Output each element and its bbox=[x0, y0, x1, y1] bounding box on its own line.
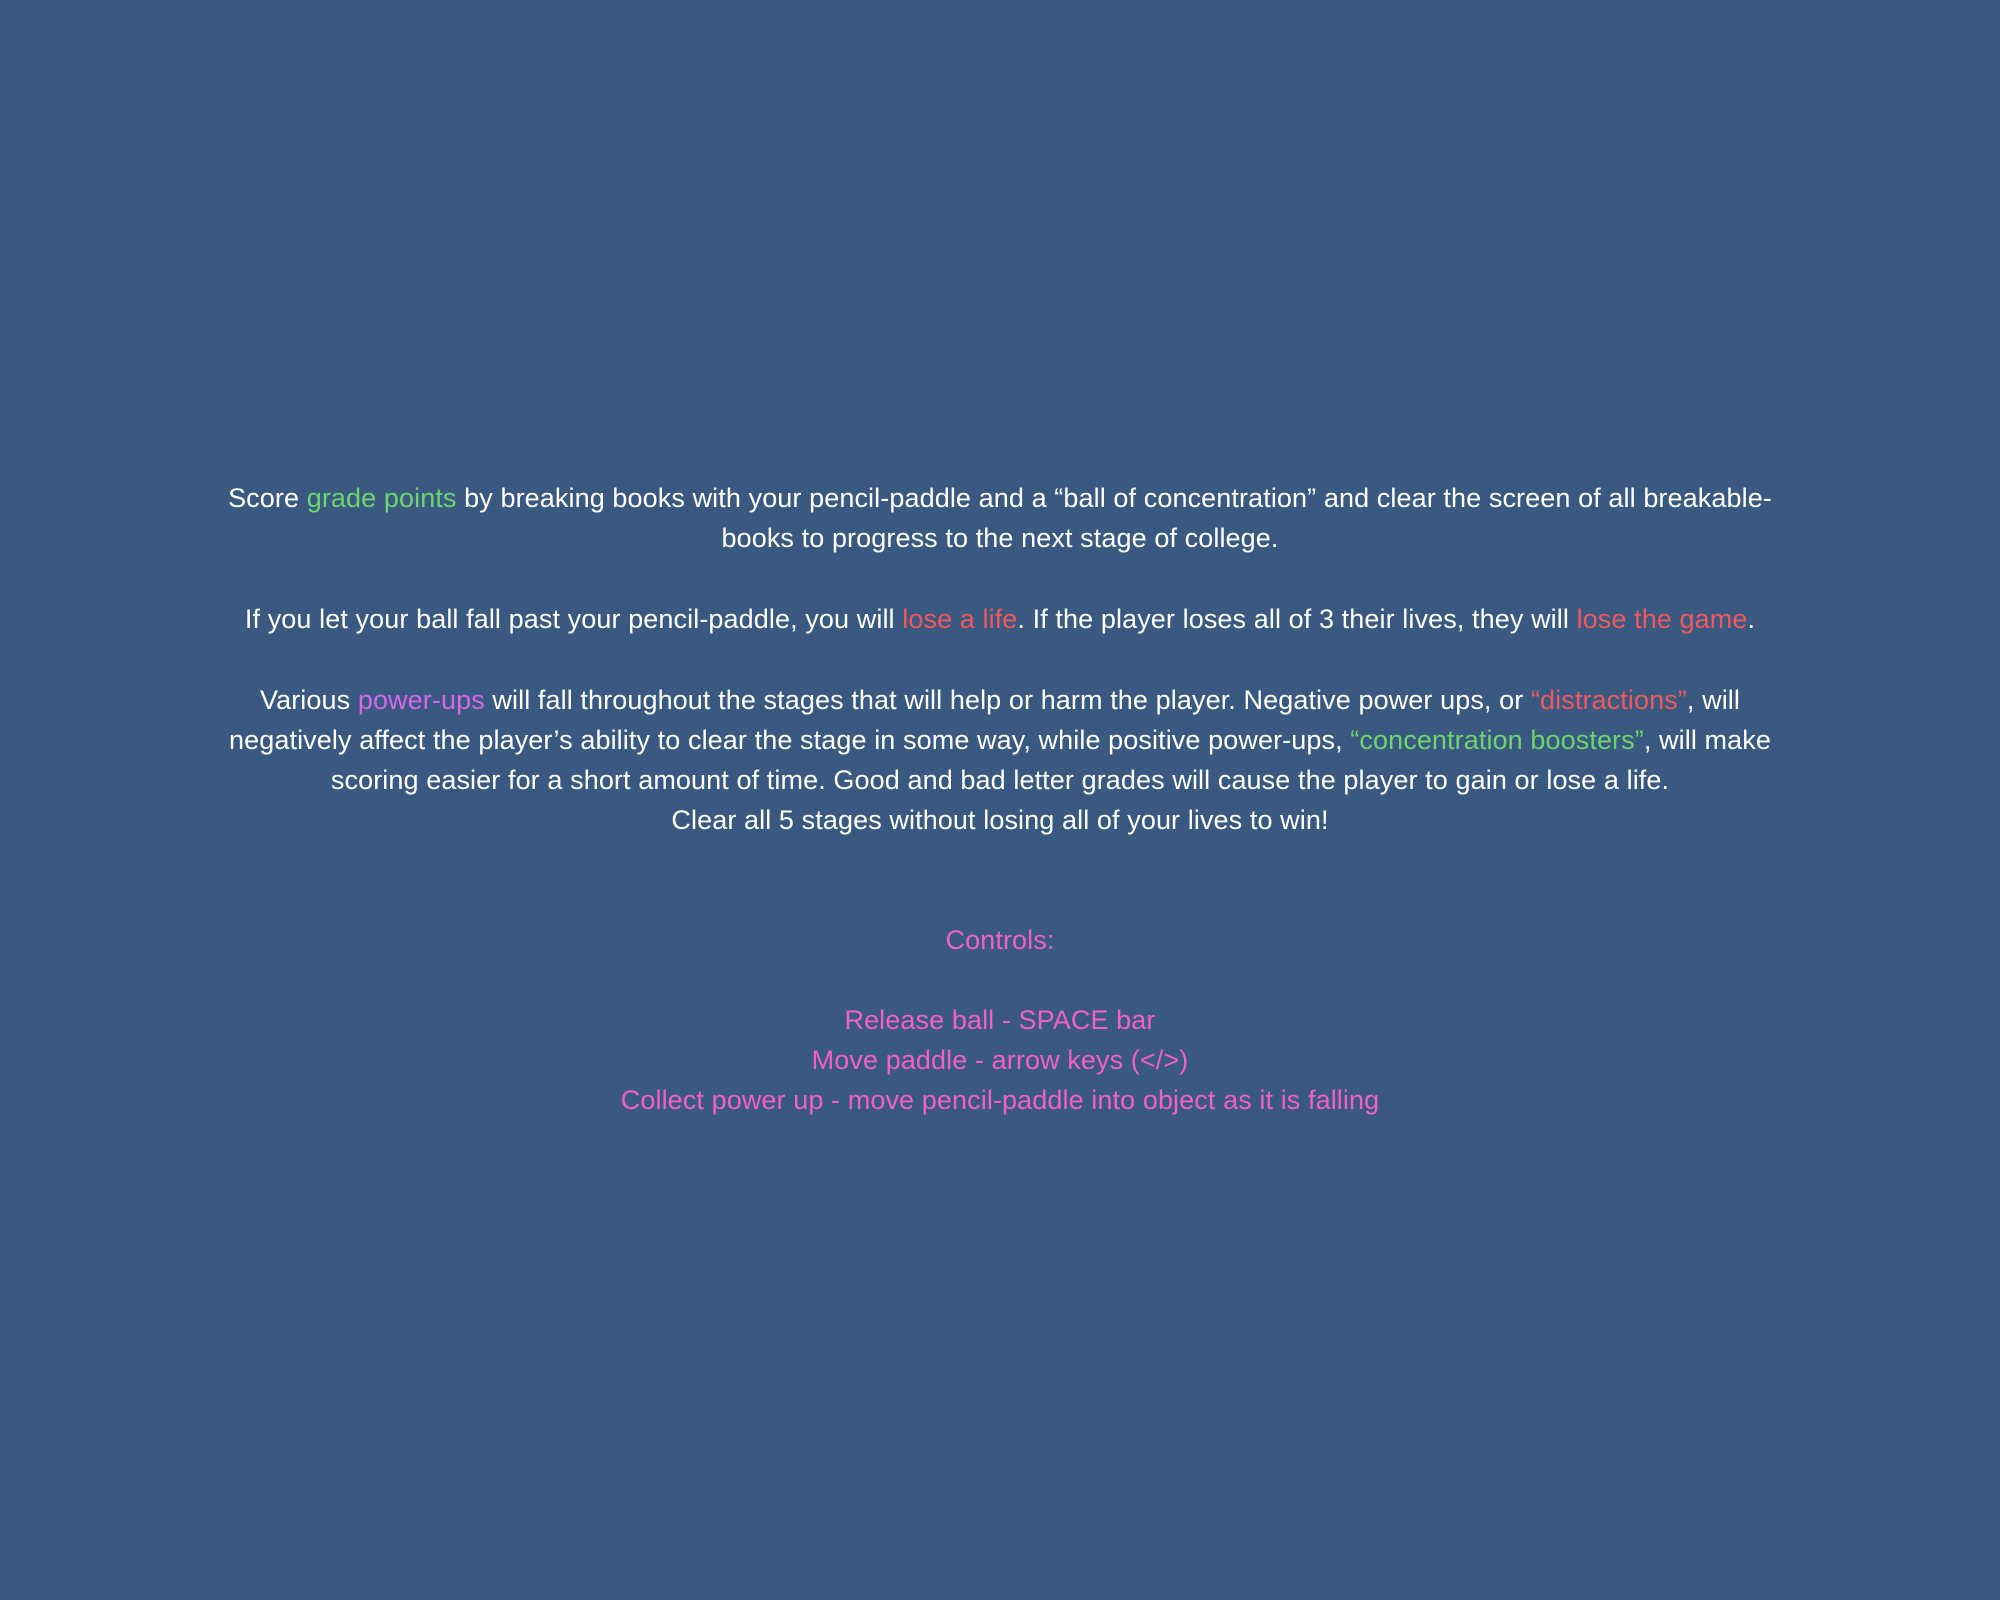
controls-heading: Controls: bbox=[945, 925, 1055, 955]
intro-text-start: Score bbox=[228, 483, 307, 513]
instructions-screen: Score grade points by breaking books wit… bbox=[0, 0, 2000, 1600]
control-release-ball: Release ball - SPACE bar bbox=[844, 1005, 1156, 1035]
controls-section: Controls: Release ball - SPACE bar Move … bbox=[120, 920, 1880, 1120]
lives-line: If you let your ball fall past your penc… bbox=[120, 599, 1880, 639]
intro-line-1: Score grade points by breaking books wit… bbox=[120, 478, 1880, 518]
win-condition-line: Clear all 5 stages without losing all of… bbox=[671, 805, 1329, 835]
powerups-text-end: , will bbox=[1686, 685, 1741, 715]
lives-text-start: If you let your ball fall past your penc… bbox=[244, 604, 903, 634]
powerups-paragraph: Various power-ups will fall throughout t… bbox=[120, 680, 1880, 840]
powerups-text-start: Various bbox=[259, 685, 358, 715]
lose-the-game-highlight: lose the game bbox=[1576, 604, 1748, 634]
lives-text-end: . bbox=[1747, 604, 1756, 634]
boosters-text-start: negatively affect the player’s ability t… bbox=[229, 725, 1351, 755]
distractions-highlight: “distractions” bbox=[1530, 685, 1687, 715]
powerups-line-3: scoring easier for a short amount of tim… bbox=[330, 765, 1670, 795]
control-collect-power-up: Collect power up - move pencil-paddle in… bbox=[620, 1085, 1380, 1115]
concentration-boosters-highlight: “concentration boosters” bbox=[1350, 725, 1644, 755]
intro-text-end: by breaking books with your pencil-paddl… bbox=[456, 483, 1772, 513]
control-move-paddle: Move paddle - arrow keys (</>) bbox=[811, 1045, 1189, 1075]
powerups-line-1: Various power-ups will fall throughout t… bbox=[120, 680, 1880, 720]
controls-spacer bbox=[120, 960, 1880, 1000]
power-ups-highlight: power-ups bbox=[357, 685, 485, 715]
boosters-text-end: , will make bbox=[1643, 725, 1771, 755]
lives-text-middle: . If the player loses all of 3 their liv… bbox=[1017, 604, 1577, 634]
lose-a-life-highlight: lose a life bbox=[902, 604, 1018, 634]
powerups-text-middle: will fall throughout the stages that wil… bbox=[484, 685, 1531, 715]
powerups-line-2: negatively affect the player’s ability t… bbox=[120, 720, 1880, 760]
intro-line-2: books to progress to the next stage of c… bbox=[721, 523, 1279, 553]
lives-paragraph: If you let your ball fall past your penc… bbox=[120, 599, 1880, 639]
grade-points-highlight: grade points bbox=[306, 483, 457, 513]
intro-paragraph: Score grade points by breaking books wit… bbox=[120, 478, 1880, 558]
